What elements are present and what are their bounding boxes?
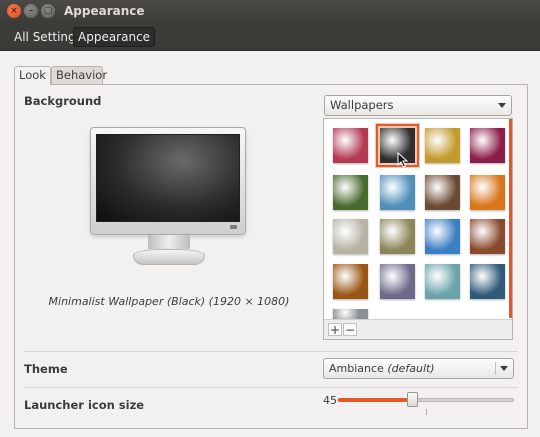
maximize-icon: ▢: [43, 6, 53, 16]
title-bar: × – ▢ Appearance: [0, 0, 540, 23]
wallpaper-thumb-magenta-swirl[interactable]: [470, 128, 505, 163]
wallpaper-thumb-white-flowers[interactable]: [333, 219, 368, 254]
add-wallpaper-button[interactable]: +: [328, 323, 342, 336]
wallpaper-thumb-blue-night[interactable]: [470, 264, 505, 299]
wallpaper-thumb-blue-sky-seeds[interactable]: [380, 175, 415, 210]
close-window-button[interactable]: ×: [7, 4, 21, 18]
dropdown-separator: [495, 362, 496, 375]
window-title: Appearance: [64, 4, 145, 18]
theme-label: Theme: [24, 362, 68, 376]
minimize-icon: –: [28, 6, 34, 16]
wallpaper-thumb-green-plant[interactable]: [333, 175, 368, 210]
slider-tick-mark: [426, 409, 427, 415]
wallpaper-thumb-yellow-flower-clock[interactable]: [425, 128, 460, 163]
monitor-stand-neck: [148, 235, 190, 249]
wallpaper-thumb-sunset-sea[interactable]: [380, 264, 415, 299]
wallpaper-thumb-orange-curve[interactable]: [333, 264, 368, 299]
mouse-pointer-icon: [397, 152, 409, 168]
wallpaper-thumb-pink-bokeh[interactable]: [333, 128, 368, 163]
launcher-icon-size-value: 45: [323, 394, 337, 407]
wallpaper-preview-screen: [96, 134, 240, 222]
wallpaper-thumb-orange-light[interactable]: [470, 175, 505, 210]
background-label: Background: [24, 94, 102, 108]
maximize-window-button[interactable]: ▢: [41, 4, 55, 18]
wallpaper-thumb-yellow-flower-blur[interactable]: [380, 219, 415, 254]
launcher-icon-size-label: Launcher icon size: [24, 398, 145, 412]
gallery-toolbar: + −: [324, 319, 512, 339]
wallpaper-source-dropdown[interactable]: Wallpapers: [324, 95, 512, 116]
minus-icon: −: [344, 323, 356, 337]
wallpaper-thumb-teal-glass[interactable]: [425, 264, 460, 299]
minimize-window-button[interactable]: –: [24, 4, 38, 18]
wallpaper-source-value: Wallpapers: [330, 98, 394, 112]
plus-icon: +: [329, 323, 341, 337]
wallpaper-thumb-brown-abstract[interactable]: [470, 219, 505, 254]
chevron-down-icon: [498, 103, 506, 108]
wallpaper-thumb-blue-cartoon[interactable]: [425, 219, 460, 254]
tab-behavior[interactable]: Behavior: [51, 66, 107, 84]
launcher-icon-size-slider-handle[interactable]: [407, 392, 418, 407]
divider: [24, 351, 518, 352]
gallery-scrollbar[interactable]: [509, 119, 512, 318]
theme-value: Ambiance: [329, 362, 384, 375]
wallpaper-thumb-brown-branches[interactable]: [425, 175, 460, 210]
appearance-crumb-button[interactable]: Appearance: [73, 27, 156, 47]
theme-dropdown[interactable]: Ambiance (default): [323, 358, 514, 379]
divider: [24, 387, 518, 388]
remove-wallpaper-button[interactable]: −: [343, 323, 357, 336]
close-icon: ×: [10, 6, 18, 16]
wallpaper-caption: Minimalist Wallpaper (Black) (1920 × 108…: [48, 295, 290, 308]
monitor-power-indicator: [230, 225, 237, 229]
theme-default-suffix: (default): [387, 362, 435, 375]
wallpaper-thumb-grey-partial[interactable]: [333, 309, 368, 319]
launcher-icon-size-slider-fill: [338, 398, 412, 402]
chevron-down-icon: [500, 366, 508, 371]
monitor-stand-base: [133, 249, 205, 265]
breadcrumb: All Settings Appearance: [0, 23, 540, 51]
tab-look[interactable]: Look: [14, 66, 51, 85]
wallpaper-gallery[interactable]: + −: [323, 118, 513, 340]
